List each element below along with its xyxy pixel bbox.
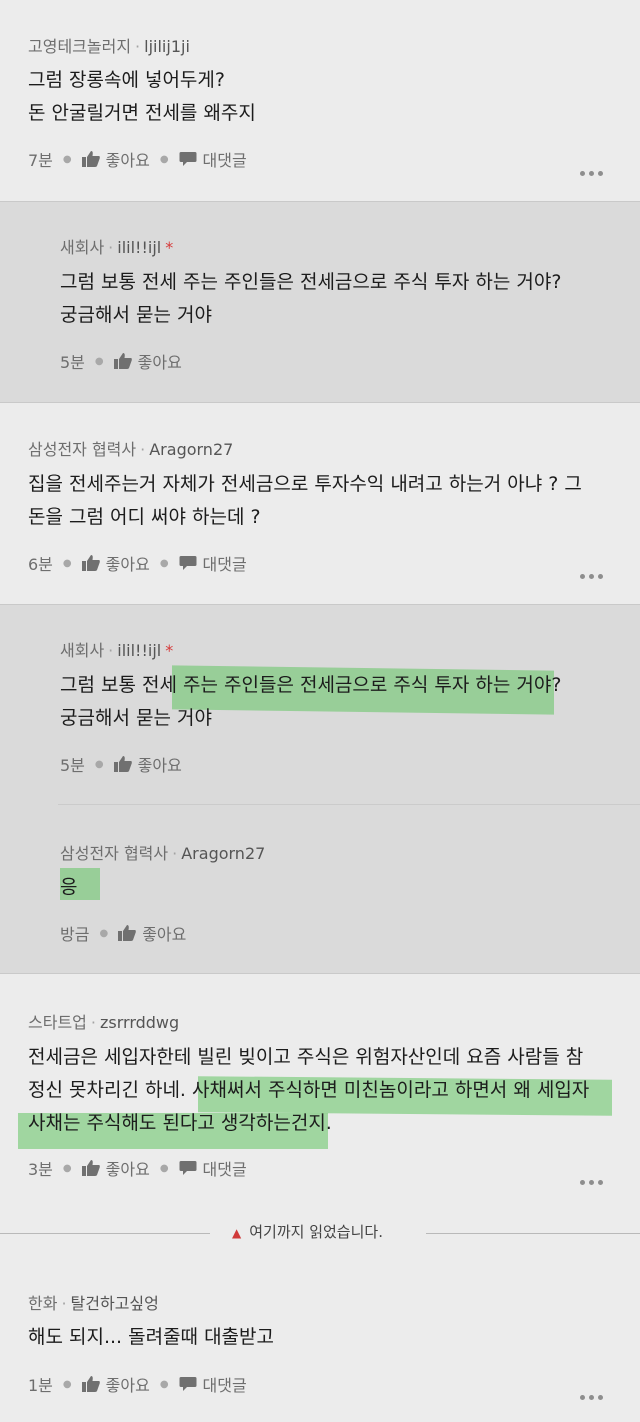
timestamp: 5분 [60,756,85,775]
company-name[interactable]: 새회사 [60,238,104,257]
reply-button[interactable]: 대댓글 [203,1156,247,1180]
like-button[interactable]: 좋아요 [106,551,150,575]
like-button[interactable]: 좋아요 [106,1156,150,1180]
thumbs-up-icon[interactable] [81,151,100,167]
timestamp: 3분 [28,1160,53,1179]
comment-actions: 3분 ● 좋아요 ● 대댓글 [28,1156,247,1180]
reply-button[interactable]: 대댓글 [203,551,247,575]
nickname[interactable]: ljilij1ji [144,37,190,56]
read-marker-line-right [426,1233,640,1234]
comment-line: 돈 안굴릴거면 전세를 왜주지 [28,102,256,124]
more-options-icon[interactable] [580,1385,608,1400]
speech-bubble-icon[interactable] [179,1160,197,1176]
thumbs-up-icon[interactable] [113,756,132,772]
speech-bubble-icon[interactable] [179,1376,197,1392]
divider [0,402,640,403]
comment-text: 그럼 보통 전세 주는 주인들은 전세금으로 주식 투자 하는 거야? 궁금해서… [60,266,561,332]
comment-text: 그럼 보통 전세 주는 주인들은 전세금으로 주식 투자 하는 거야? 궁금해서… [60,669,561,735]
comment-line: 집을 전세주는거 자체가 전세금으로 투자수익 내려고 하는거 아냐 ? 그 [28,473,582,495]
nickname[interactable]: Aragorn27 [181,844,265,863]
read-marker: ▲ 여기까지 읽었습니다. [232,1221,383,1242]
timestamp: 5분 [60,353,85,372]
divider [0,201,640,202]
company-name[interactable]: 스타트업 [28,1013,87,1032]
like-button[interactable]: 좋아요 [142,921,186,945]
company-name[interactable]: 삼성전자 협력사 [28,440,136,459]
comment-meta: 새회사 · ilil!!ijl * [60,238,174,257]
company-name[interactable]: 새회사 [60,641,104,660]
nickname[interactable]: ilil!!ijl [117,641,161,660]
author-mark: * [165,641,174,660]
comment-meta: 삼성전자 협력사 · Aragorn27 [28,440,234,459]
comment-meta: 고영테크놀러지 · ljilij1ji [28,37,190,56]
comment-actions: 5분 ● 좋아요 [60,349,182,373]
comment-meta: 삼성전자 협력사 · Aragorn27 [60,844,266,863]
read-marker-label: 여기까지 읽었습니다. [249,1223,383,1241]
thumbs-up-icon[interactable] [81,1376,100,1392]
comment-meta: 한화 · 탈건하고싶엉 [28,1294,159,1313]
comment-line: 사채는 주식해도 된다고 생각하는건지. [28,1112,332,1134]
comment-line: 그럼 보통 전세 주는 주인들은 전세금으로 주식 투자 하는 거야? [60,271,562,293]
comment-text: 해도 되지... 돌려줄때 대출받고 [28,1321,274,1354]
comment-text: 그럼 장롱속에 넣어두게? 돈 안굴릴거면 전세를 왜주지 [28,64,256,130]
comment-text: 응 [60,871,77,904]
comment-line: 해도 되지... 돌려줄때 대출받고 [28,1326,274,1348]
like-button[interactable]: 좋아요 [106,1372,150,1396]
reply-button[interactable]: 대댓글 [203,147,247,171]
comment-line: 궁금해서 묻는 거야 [60,707,212,729]
nickname[interactable]: Aragorn27 [149,440,233,459]
company-name[interactable]: 한화 [28,1294,57,1313]
divider [0,604,640,605]
timestamp: 1분 [28,1376,53,1395]
divider [58,804,640,805]
thumbs-up-icon[interactable] [81,1160,100,1176]
timestamp: 7분 [28,151,53,170]
triangle-up-icon: ▲ [232,1226,242,1240]
comment-actions: 방금 ● 좋아요 [60,921,186,945]
comment-actions: 1분 ● 좋아요 ● 대댓글 [28,1372,247,1396]
comment-actions: 5분 ● 좋아요 [60,752,182,776]
thumbs-up-icon[interactable] [118,925,137,941]
nickname[interactable]: ilil!!ijl [117,238,161,257]
comment-actions: 6분 ● 좋아요 ● 대댓글 [28,551,247,575]
timestamp: 방금 [60,925,90,944]
speech-bubble-icon[interactable] [179,151,197,167]
comment-line: 그럼 보통 전세 주는 주인들은 전세금으로 주식 투자 하는 거야? [60,674,562,696]
more-options-icon[interactable] [580,161,608,176]
thumbs-up-icon[interactable] [81,555,100,571]
company-name[interactable]: 고영테크놀러지 [28,37,131,56]
comment-text: 집을 전세주는거 자체가 전세금으로 투자수익 내려고 하는거 아냐 ? 그 돈… [28,468,582,534]
read-marker-line-left [0,1233,210,1234]
nickname[interactable]: 탈건하고싶엉 [71,1294,159,1313]
more-options-icon[interactable] [580,1170,608,1185]
like-button[interactable]: 좋아요 [138,752,182,776]
comment-text: 전세금은 세입자한테 빌린 빚이고 주식은 위험자산인데 요즘 사람들 참 정신… [28,1041,589,1140]
timestamp: 6분 [28,555,53,574]
comment-line: 궁금해서 묻는 거야 [60,304,212,326]
comment-line: 정신 못차리긴 하네. 사채써서 주식하면 미친놈이라고 하면서 왜 세입자 [28,1079,590,1101]
divider [0,973,640,974]
more-options-icon[interactable] [580,564,608,579]
thumbs-up-icon[interactable] [113,353,132,369]
comment-line: 그럼 장롱속에 넣어두게? [28,69,225,91]
comment-line: 전세금은 세입자한테 빌린 빚이고 주식은 위험자산인데 요즘 사람들 참 [28,1046,584,1068]
like-button[interactable]: 좋아요 [138,349,182,373]
comment-actions: 7분 ● 좋아요 ● 대댓글 [28,147,247,171]
comment-meta: 스타트업 · zsrrrddwg [28,1013,180,1032]
speech-bubble-icon[interactable] [179,555,197,571]
reply-button[interactable]: 대댓글 [203,1372,247,1396]
comment-meta: 새회사 · ilil!!ijl * [60,641,174,660]
company-name[interactable]: 삼성전자 협력사 [60,844,168,863]
comment-line: 돈을 그럼 어디 써야 하는데 ? [28,506,261,528]
comment-line: 응 [60,876,78,898]
author-mark: * [165,238,174,257]
like-button[interactable]: 좋아요 [106,147,150,171]
nickname[interactable]: zsrrrddwg [100,1013,179,1032]
